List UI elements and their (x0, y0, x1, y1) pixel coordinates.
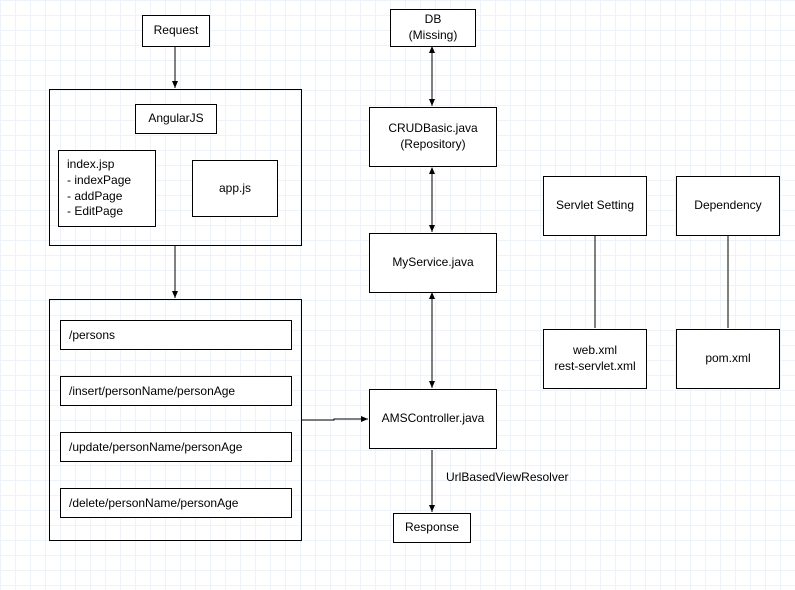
endpoint-text-2: /update/personName/personAge (69, 440, 242, 454)
controller-box: AMSController.java (369, 389, 497, 449)
pom-label: pom.xml (705, 351, 750, 367)
appjs-box: app.js (192, 160, 278, 217)
dependency-box: Dependency (676, 176, 780, 236)
index-item-2: - EditPage (67, 204, 123, 220)
request-label: Request (154, 23, 199, 39)
pom-box: pom.xml (676, 329, 780, 389)
repository-label: CRUDBasic.java (Repository) (388, 121, 477, 152)
endpoint-text-0: /persons (69, 328, 115, 342)
db-box: DB (Missing) (390, 9, 476, 47)
index-jsp-box: index.jsp - indexPage - addPage - EditPa… (58, 150, 156, 227)
repository-box: CRUDBasic.java (Repository) (369, 107, 497, 167)
controller-label: AMSController.java (382, 411, 485, 427)
angularjs-label: AngularJS (148, 111, 203, 127)
appjs-label: app.js (219, 181, 251, 197)
response-label: Response (405, 520, 459, 536)
endpoint-row-2: /update/personName/personAge (60, 432, 292, 462)
response-box: Response (393, 513, 471, 543)
angularjs-box: AngularJS (135, 104, 217, 134)
endpoint-row-3: /delete/personName/personAge (60, 488, 292, 518)
endpoint-row-0: /persons (60, 320, 292, 350)
index-jsp-title: index.jsp (67, 157, 114, 173)
endpoint-text-3: /delete/personName/personAge (69, 496, 238, 510)
service-box: MyService.java (369, 233, 497, 293)
endpoint-row-1: /insert/personName/personAge (60, 376, 292, 406)
request-box: Request (142, 15, 210, 47)
servlet-files-box: web.xml rest-servlet.xml (543, 329, 647, 389)
index-item-1: - addPage (67, 189, 122, 205)
servlet-setting-box: Servlet Setting (543, 176, 647, 236)
servlet-setting-label: Servlet Setting (556, 198, 634, 214)
resolver-label: UrlBasedViewResolver (446, 470, 569, 484)
service-label: MyService.java (392, 255, 473, 271)
db-label: DB (Missing) (409, 12, 458, 43)
servlet-files-label: web.xml rest-servlet.xml (554, 343, 635, 374)
index-item-0: - indexPage (67, 173, 131, 189)
dependency-label: Dependency (694, 198, 761, 214)
endpoint-text-1: /insert/personName/personAge (69, 384, 235, 398)
